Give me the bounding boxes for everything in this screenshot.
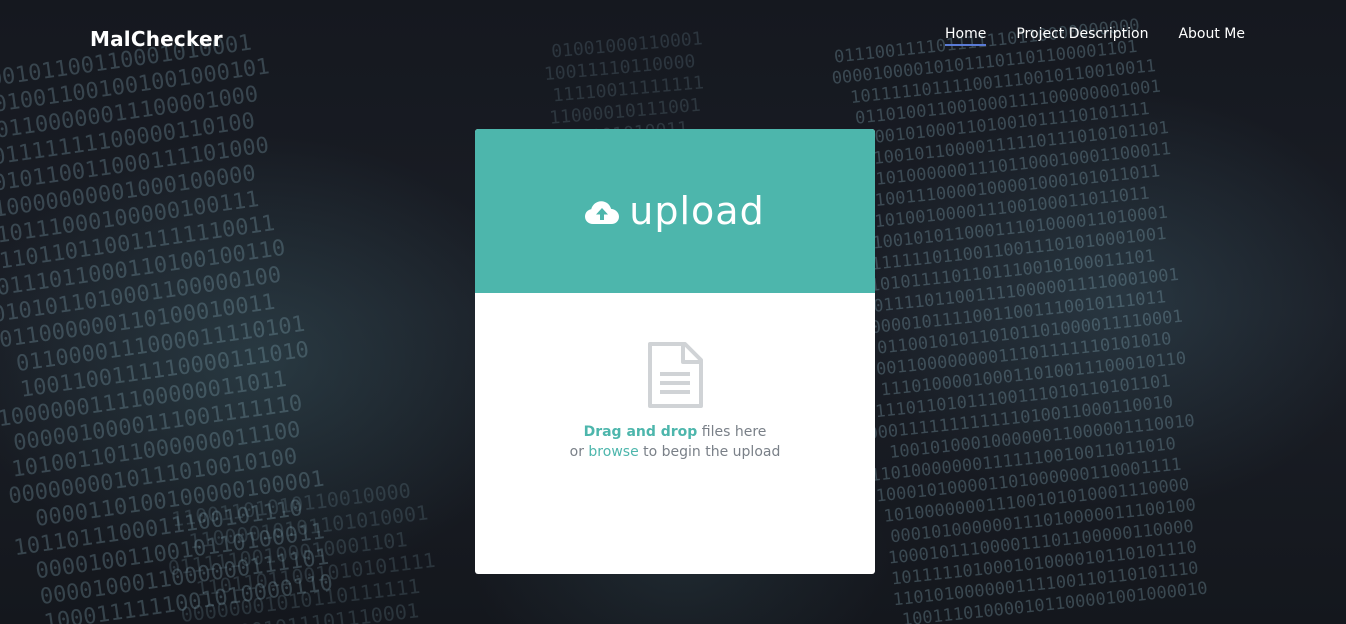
- drop-line-2: or browse to begin the upload: [475, 442, 875, 462]
- begin-upload-text: to begin the upload: [638, 444, 781, 460]
- file-icon: [648, 342, 703, 408]
- nav-project-description-link[interactable]: Project Description: [1016, 26, 1148, 46]
- nav-home-link[interactable]: Home: [945, 26, 987, 46]
- drop-instructions: Drag and drop files here or browse to be…: [475, 422, 875, 462]
- browse-link[interactable]: browse: [588, 444, 638, 460]
- file-drop-zone[interactable]: Drag and drop files here or browse to be…: [475, 293, 875, 574]
- drag-and-drop-label: Drag and drop: [583, 424, 698, 440]
- or-text: or: [569, 444, 589, 460]
- brand-logo[interactable]: MalChecker: [90, 27, 223, 51]
- cloud-upload-icon: [585, 201, 620, 224]
- files-here-text: files here: [697, 424, 767, 440]
- upload-title: upload: [629, 189, 765, 233]
- upload-card-header: upload: [475, 129, 875, 293]
- upload-card: upload Drag and drop files here or brows…: [475, 129, 875, 574]
- drop-line-1: Drag and drop files here: [475, 422, 875, 442]
- nav-about-me-link[interactable]: About Me: [1178, 26, 1245, 46]
- main-nav: Home Project Description About Me: [945, 26, 1245, 46]
